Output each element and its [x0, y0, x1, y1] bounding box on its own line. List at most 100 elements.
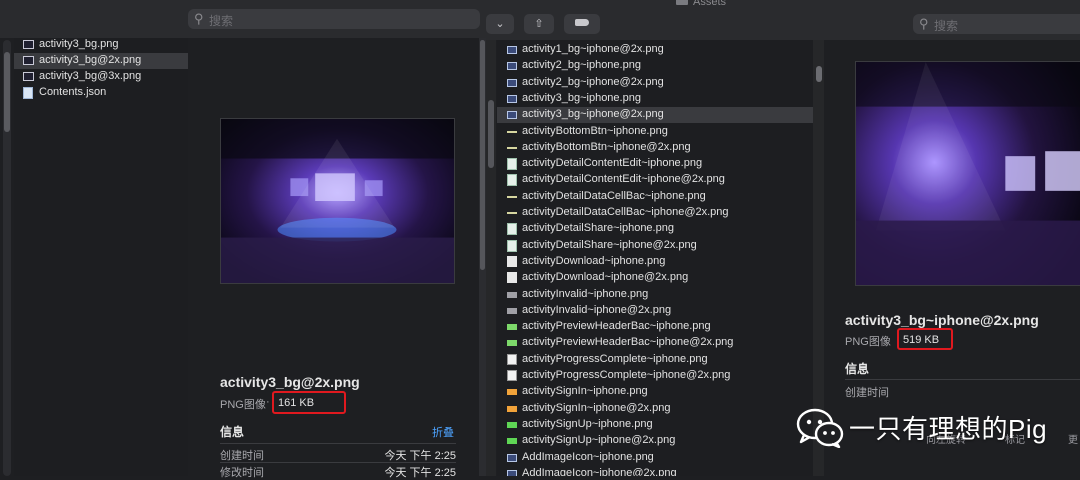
asset-doc-icon [507, 158, 517, 171]
asset-row[interactable]: activityDetailShare~iphone.png [497, 221, 813, 237]
asset-file-name: AddImageIcon~iphone.png [522, 450, 654, 463]
asset-row[interactable]: activityDetailContentEdit~iphone@2x.png [497, 172, 813, 188]
asset-row[interactable]: activityDetailContentEdit~iphone.png [497, 156, 813, 172]
asset-file-name: activity2_bg~iphone.png [522, 59, 641, 72]
asset-file-name: activityBottomBtn~iphone@2x.png [522, 140, 691, 153]
asset-row[interactable]: activityDetailDataCellBac~iphone@2x.png [497, 205, 813, 221]
asset-row[interactable]: activityPreviewHeaderBac~iphone.png [497, 319, 813, 335]
scrollbar-thumb[interactable] [816, 66, 822, 82]
asset-row[interactable]: activityDownload~iphone@2x.png [497, 270, 813, 286]
asset-bar-icon [507, 195, 517, 198]
asset-img-icon [507, 94, 517, 103]
window-title-text: Assets [693, 0, 727, 8]
asset-row[interactable]: activity3_bg~iphone@2x.png [497, 107, 813, 124]
modified-value: 今天 下午 2:25 [384, 467, 456, 479]
asset-file-name: activityDetailShare~iphone@2x.png [522, 238, 697, 251]
view-dropdown-button[interactable]: ⌄ [486, 14, 514, 34]
asset-gbar-icon [507, 438, 517, 445]
asset-row[interactable]: activitySignIn~iphone@2x.png [497, 401, 813, 417]
asset-img-icon [507, 453, 517, 462]
asset-file-name: activity3_bg~iphone.png [522, 91, 641, 104]
asset-file-name: activityDetailContentEdit~iphone@2x.png [522, 173, 725, 186]
left-preview-file-name: activity3_bg@2x.png [220, 374, 360, 390]
asset-orange-icon [507, 405, 517, 412]
asset-row[interactable]: activity2_bg~iphone.png [497, 58, 813, 74]
asset-doc-icon [507, 174, 517, 187]
left-preview-scrollbar[interactable] [479, 38, 486, 476]
right-sidebar-scrollbar[interactable] [486, 40, 496, 476]
chevron-down-icon: ⌄ [495, 18, 505, 30]
asset-row[interactable]: activityDetailShare~iphone@2x.png [497, 238, 813, 254]
asset-row[interactable]: activitySignIn~iphone.png [497, 384, 813, 400]
asset-row[interactable]: activityBottomBtn~iphone@2x.png [497, 140, 813, 156]
file-row-contents-json[interactable]: Contents.json [14, 85, 188, 101]
asset-row[interactable]: AddImageIcon~iphone.png [497, 450, 813, 466]
asset-row[interactable]: activityInvalid~iphone@2x.png [497, 303, 813, 319]
asset-row[interactable]: activityProgressComplete~iphone@2x.png [497, 368, 813, 384]
left-preview-size: 161 KB [278, 397, 315, 409]
asset-check-icon [507, 370, 517, 381]
asset-row[interactable]: activityPreviewHeaderBac~iphone@2x.png [497, 335, 813, 351]
asset-file-name: activityProgressComplete~iphone.png [522, 352, 708, 365]
left-preview-image [220, 118, 455, 284]
scrollbar-thumb[interactable] [4, 52, 10, 132]
asset-orange-icon [507, 389, 517, 396]
right-size-highlight: 519 KB [897, 328, 953, 350]
asset-file-name: activityPreviewHeaderBac~iphone@2x.png [522, 336, 734, 349]
asset-img-icon [507, 78, 517, 87]
asset-doc-icon [507, 223, 517, 236]
asset-row[interactable]: activityProgressComplete~iphone.png [497, 352, 813, 368]
asset-dl-icon [507, 255, 517, 267]
asset-file-name: activityDetailContentEdit~iphone.png [522, 157, 703, 170]
asset-gray-icon [507, 291, 517, 298]
modified-label: 修改时间 [220, 467, 264, 479]
file-name: Contents.json [39, 86, 107, 98]
asset-row[interactable]: activityDownload~iphone.png [497, 254, 813, 270]
concert-stage-image [221, 119, 454, 283]
asset-file-name: activitySignUp~iphone@2x.png [522, 434, 676, 447]
right-search-field[interactable]: ⚲ 搜索 [913, 14, 1080, 34]
asset-img-icon [507, 46, 517, 54]
asset-file-name: activity3_bg~iphone@2x.png [522, 108, 664, 121]
search-icon: ⚲ [194, 11, 204, 26]
right-preview-size: 519 KB [903, 334, 940, 346]
asset-file-name: activityInvalid~iphone@2x.png [522, 303, 672, 316]
asset-bar-icon [507, 130, 517, 133]
asset-file-name: activityDetailShare~iphone.png [522, 222, 674, 235]
file-row-activity3-bg[interactable]: activity3_bg.png [14, 37, 188, 53]
asset-row[interactable]: activity2_bg~iphone@2x.png [497, 75, 813, 91]
asset-row[interactable]: activitySignUp~iphone.png [497, 417, 813, 433]
right-preview-image [855, 61, 1080, 286]
asset-file-name: activity2_bg~iphone@2x.png [522, 75, 664, 88]
share-icon: ⇧ [534, 18, 544, 30]
search-icon: ⚲ [919, 16, 929, 31]
asset-row[interactable]: activity3_bg~iphone.png [497, 91, 813, 107]
file-name: activity3_bg@2x.png [39, 54, 142, 66]
asset-gbar-icon [507, 421, 517, 428]
asset-row[interactable]: activityBottomBtn~iphone.png [497, 124, 813, 140]
right-search-placeholder: 搜索 [934, 19, 959, 33]
json-file-icon [23, 87, 33, 99]
tag-button[interactable] [564, 14, 600, 34]
asset-file-name: activityPreviewHeaderBac~iphone.png [522, 320, 711, 333]
scrollbar-thumb[interactable] [488, 100, 494, 168]
left-search-field[interactable]: ⚲ 搜索 [188, 9, 480, 29]
asset-row[interactable]: activityDetailDataCellBac~iphone.png [497, 189, 813, 205]
asset-row[interactable]: activitySignUp~iphone@2x.png [497, 433, 813, 449]
file-row-activity3-bg-2x[interactable]: activity3_bg@2x.png [14, 53, 188, 69]
asset-row[interactable]: activity1_bg~iphone@2x.png [497, 42, 813, 58]
concert-stage-image [856, 62, 1080, 285]
asset-file-name: activityInvalid~iphone.png [522, 287, 649, 300]
asset-file-name: activity1_bg~iphone@2x.png [522, 43, 664, 55]
collapse-link[interactable]: 折叠 [432, 424, 454, 440]
asset-row[interactable]: activityInvalid~iphone.png [497, 287, 813, 303]
share-button[interactable]: ⇧ [524, 14, 554, 34]
wechat-logo-icon [796, 408, 844, 448]
left-list-scrollbar[interactable] [3, 40, 11, 476]
left-search-placeholder: 搜索 [209, 14, 234, 28]
scrollbar-thumb[interactable] [480, 40, 485, 270]
asset-check-icon [507, 353, 517, 365]
tag-icon [575, 19, 589, 26]
asset-row[interactable]: AddImageIcon~iphone@2x.png [497, 466, 813, 476]
file-row-activity3-bg-3x[interactable]: activity3_bg@3x.png [14, 69, 188, 85]
